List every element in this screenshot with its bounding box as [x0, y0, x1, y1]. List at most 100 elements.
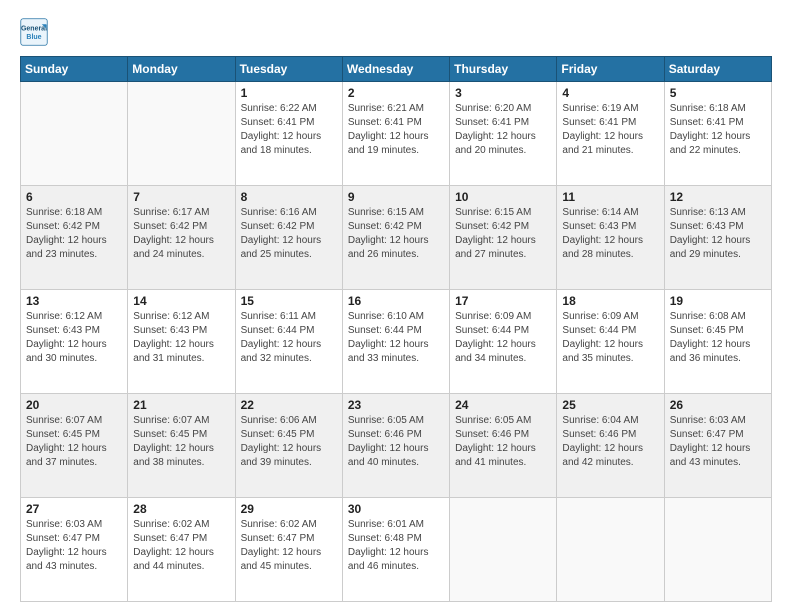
- calendar-cell: 2 Sunrise: 6:21 AMSunset: 6:41 PMDaylight…: [342, 82, 449, 186]
- calendar-cell: 20Sunrise: 6:07 AMSunset: 6:45 PMDayligh…: [21, 394, 128, 498]
- week-row-4: 20 Sunrise: 6:07 AMSunset: 6:45 PMDayligh…: [21, 394, 772, 498]
- day-info: Sunrise: 6:22 AMSunset: 6:41 PMDaylight:…: [241, 102, 337, 158]
- calendar-cell: 12 Sunrise: 6:13 AMSunset: 6:43 PMDayligh…: [664, 186, 771, 290]
- calendar-table: SundayMondayTuesdayWednesdayThursdayFrid…: [20, 56, 772, 602]
- day-number: 15: [241, 294, 337, 308]
- calendar-cell: 3Sunrise: 6:20 AMSunset: 6:41 PMDaylight…: [450, 82, 557, 186]
- day-number: 26: [670, 398, 766, 412]
- day-number: 4: [562, 86, 658, 100]
- svg-text:Blue: Blue: [26, 34, 41, 41]
- day-number: 28: [133, 502, 229, 516]
- day-info: Sunrise: 6:15 AMSunset: 6:42 PMDaylight:…: [455, 206, 551, 262]
- day-number: 5: [670, 86, 766, 100]
- weekday-header-thursday: Thursday: [450, 57, 557, 82]
- day-info: Sunrise: 6:02 AMSunset: 6:47 PMDaylight:…: [241, 518, 337, 574]
- day-info: Sunrise: 6:06 AMSunset: 6:45 PMDaylight:…: [241, 414, 337, 470]
- day-info: Sunrise: 6:20 AMSunset: 6:41 PMDaylight:…: [455, 102, 551, 158]
- svg-text:General: General: [21, 25, 47, 32]
- day-number: 16: [348, 294, 444, 308]
- day-info: Sunrise: 6:15 AMSunset: 6:42 PMDaylight:…: [348, 206, 444, 262]
- day-info: Sunrise: 6:12 AMSunset: 6:43 PMDaylight:…: [133, 310, 229, 366]
- day-number: 21: [133, 398, 229, 412]
- day-info: Sunrise: 6:02 AMSunset: 6:47 PMDaylight:…: [133, 518, 229, 574]
- day-number: 25: [562, 398, 658, 412]
- day-info: Sunrise: 6:13 AMSunset: 6:43 PMDaylight:…: [670, 206, 766, 262]
- day-number: 12: [670, 190, 766, 204]
- day-info: Sunrise: 6:10 AMSunset: 6:44 PMDaylight:…: [348, 310, 444, 366]
- day-number: 7: [133, 190, 229, 204]
- week-row-2: 6 Sunrise: 6:18 AMSunset: 6:42 PMDaylight…: [21, 186, 772, 290]
- day-info: Sunrise: 6:19 AMSunset: 6:41 PMDaylight:…: [562, 102, 658, 158]
- calendar-cell: 28 Sunrise: 6:02 AMSunset: 6:47 PMDayligh…: [128, 498, 235, 602]
- calendar-cell: 10 Sunrise: 6:15 AMSunset: 6:42 PMDayligh…: [450, 186, 557, 290]
- week-row-3: 13 Sunrise: 6:12 AMSunset: 6:43 PMDayligh…: [21, 290, 772, 394]
- calendar-cell: 26 Sunrise: 6:03 AMSunset: 6:47 PMDayligh…: [664, 394, 771, 498]
- day-info: Sunrise: 6:21 AMSunset: 6:41 PMDaylight:…: [348, 102, 444, 158]
- weekday-header-friday: Friday: [557, 57, 664, 82]
- calendar-cell: 29 Sunrise: 6:02 AMSunset: 6:47 PMDayligh…: [235, 498, 342, 602]
- calendar-cell: 30 Sunrise: 6:01 AMSunset: 6:48 PMDayligh…: [342, 498, 449, 602]
- calendar-cell: 13 Sunrise: 6:12 AMSunset: 6:43 PMDayligh…: [21, 290, 128, 394]
- day-number: 27: [26, 502, 122, 516]
- week-row-1: 1 Sunrise: 6:22 AMSunset: 6:41 PMDaylight…: [21, 82, 772, 186]
- weekday-header-saturday: Saturday: [664, 57, 771, 82]
- day-info: Sunrise: 6:03 AMSunset: 6:47 PMDaylight:…: [26, 518, 122, 574]
- day-info: Sunrise: 6:18 AMSunset: 6:41 PMDaylight:…: [670, 102, 766, 158]
- day-number: 10: [455, 190, 551, 204]
- day-number: 8: [241, 190, 337, 204]
- weekday-header-sunday: Sunday: [21, 57, 128, 82]
- day-info: Sunrise: 6:04 AMSunset: 6:46 PMDaylight:…: [562, 414, 658, 470]
- calendar-cell: 17 Sunrise: 6:09 AMSunset: 6:44 PMDayligh…: [450, 290, 557, 394]
- calendar-cell: [450, 498, 557, 602]
- day-info: Sunrise: 6:07 AMSunset: 6:45 PMDaylight:…: [133, 414, 229, 470]
- day-number: 1: [241, 86, 337, 100]
- day-number: 18: [562, 294, 658, 308]
- page: General Blue SundayMondayTuesdayWednesda…: [0, 0, 792, 612]
- day-number: 29: [241, 502, 337, 516]
- day-number: 22: [241, 398, 337, 412]
- day-info: Sunrise: 6:05 AMSunset: 6:46 PMDaylight:…: [348, 414, 444, 470]
- calendar-cell: 9 Sunrise: 6:15 AMSunset: 6:42 PMDaylight…: [342, 186, 449, 290]
- week-row-5: 27 Sunrise: 6:03 AMSunset: 6:47 PMDayligh…: [21, 498, 772, 602]
- day-number: 6: [26, 190, 122, 204]
- day-number: 13: [26, 294, 122, 308]
- day-number: 24: [455, 398, 551, 412]
- day-info: Sunrise: 6:01 AMSunset: 6:48 PMDaylight:…: [348, 518, 444, 574]
- weekday-header-tuesday: Tuesday: [235, 57, 342, 82]
- day-number: 14: [133, 294, 229, 308]
- day-info: Sunrise: 6:05 AMSunset: 6:46 PMDaylight:…: [455, 414, 551, 470]
- day-number: 9: [348, 190, 444, 204]
- day-info: Sunrise: 6:18 AMSunset: 6:42 PMDaylight:…: [26, 206, 122, 262]
- calendar-cell: [21, 82, 128, 186]
- calendar-cell: [557, 498, 664, 602]
- day-info: Sunrise: 6:08 AMSunset: 6:45 PMDaylight:…: [670, 310, 766, 366]
- calendar-cell: 23Sunrise: 6:05 AMSunset: 6:46 PMDayligh…: [342, 394, 449, 498]
- day-info: Sunrise: 6:16 AMSunset: 6:42 PMDaylight:…: [241, 206, 337, 262]
- calendar-cell: [128, 82, 235, 186]
- day-info: Sunrise: 6:14 AMSunset: 6:43 PMDaylight:…: [562, 206, 658, 262]
- day-number: 30: [348, 502, 444, 516]
- day-number: 11: [562, 190, 658, 204]
- calendar-cell: 8 Sunrise: 6:16 AMSunset: 6:42 PMDaylight…: [235, 186, 342, 290]
- calendar-cell: 27 Sunrise: 6:03 AMSunset: 6:47 PMDayligh…: [21, 498, 128, 602]
- calendar-cell: 19Sunrise: 6:08 AMSunset: 6:45 PMDayligh…: [664, 290, 771, 394]
- calendar-cell: 21 Sunrise: 6:07 AMSunset: 6:45 PMDayligh…: [128, 394, 235, 498]
- generalblue-logo-icon: General Blue: [20, 18, 48, 46]
- header: General Blue: [20, 18, 772, 46]
- calendar-cell: 24 Sunrise: 6:05 AMSunset: 6:46 PMDayligh…: [450, 394, 557, 498]
- calendar-cell: 14 Sunrise: 6:12 AMSunset: 6:43 PMDayligh…: [128, 290, 235, 394]
- day-info: Sunrise: 6:09 AMSunset: 6:44 PMDaylight:…: [455, 310, 551, 366]
- calendar-cell: 5 Sunrise: 6:18 AMSunset: 6:41 PMDaylight…: [664, 82, 771, 186]
- calendar-cell: 11 Sunrise: 6:14 AMSunset: 6:43 PMDayligh…: [557, 186, 664, 290]
- weekday-header-wednesday: Wednesday: [342, 57, 449, 82]
- calendar-cell: 22 Sunrise: 6:06 AMSunset: 6:45 PMDayligh…: [235, 394, 342, 498]
- weekday-header-row: SundayMondayTuesdayWednesdayThursdayFrid…: [21, 57, 772, 82]
- calendar-cell: 25 Sunrise: 6:04 AMSunset: 6:46 PMDayligh…: [557, 394, 664, 498]
- day-info: Sunrise: 6:12 AMSunset: 6:43 PMDaylight:…: [26, 310, 122, 366]
- day-number: 20: [26, 398, 122, 412]
- calendar-cell: 16 Sunrise: 6:10 AMSunset: 6:44 PMDayligh…: [342, 290, 449, 394]
- day-number: 17: [455, 294, 551, 308]
- day-info: Sunrise: 6:03 AMSunset: 6:47 PMDaylight:…: [670, 414, 766, 470]
- calendar-cell: 1 Sunrise: 6:22 AMSunset: 6:41 PMDaylight…: [235, 82, 342, 186]
- day-number: 2: [348, 86, 444, 100]
